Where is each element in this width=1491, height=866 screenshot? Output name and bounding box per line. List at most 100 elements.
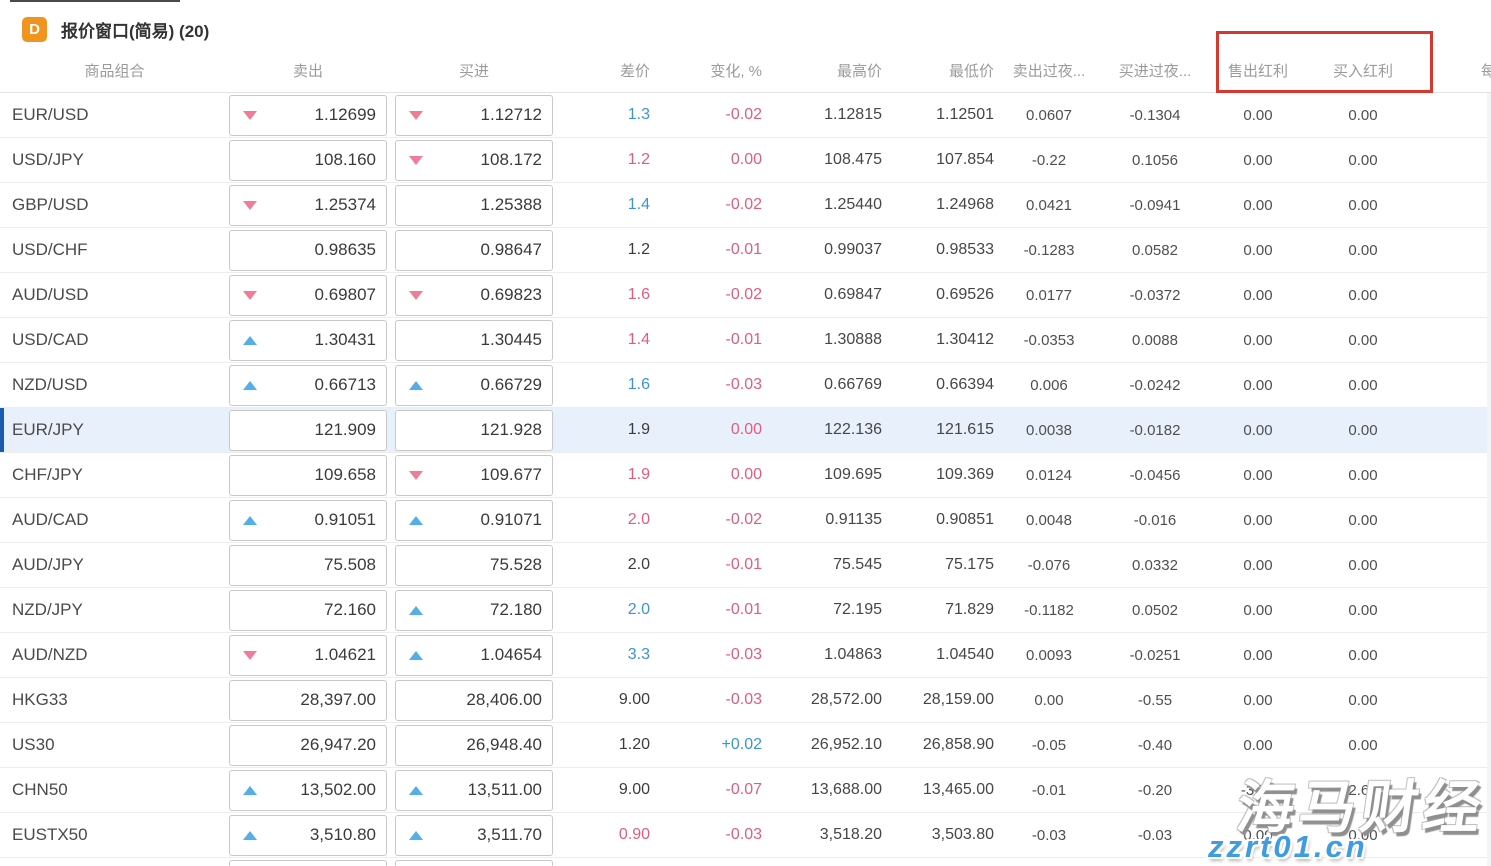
buy-overnight-value: 0.0332 <box>1104 557 1206 574</box>
buy-price-button[interactable]: 3,511.70 <box>395 815 553 856</box>
sell-dividend-value: 0.00 <box>1206 692 1310 709</box>
sell-price-button[interactable]: 109.658 <box>229 455 387 496</box>
column-header-symbol[interactable]: 商品组合 <box>0 60 229 81</box>
buy-price-button[interactable]: 1.04654 <box>395 635 553 676</box>
sell-price-button[interactable]: 75.508 <box>229 545 387 586</box>
column-header-high[interactable]: 最高价 <box>762 60 882 81</box>
table-row[interactable]: EUR/JPY 121.909 121.928 1.9 0.00 122.136… <box>0 408 1491 453</box>
symbol-label: GBP/USD <box>0 195 229 215</box>
sell-price-value: 28,397.00 <box>300 690 376 710</box>
spread-value: 1.2 <box>553 151 650 169</box>
buy-price-value: 1.04654 <box>481 645 542 665</box>
buy-dividend-value: 0.00 <box>1310 422 1416 439</box>
table-row[interactable]: NZD/USD 0.66713 0.66729 1.6 -0.03 0.6676… <box>0 363 1491 408</box>
table-row[interactable]: HKG33 28,397.00 28,406.00 9.00 -0.03 28,… <box>0 678 1491 723</box>
sell-price-button[interactable]: 13,502.00 <box>229 770 387 811</box>
sell-price-button[interactable]: 1.12699 <box>229 95 387 136</box>
buy-overnight-value: -0.016 <box>1104 512 1206 529</box>
sell-dividend-value: 0.00 <box>1206 602 1310 619</box>
low-value: 0.90851 <box>882 511 994 529</box>
sell-dividend-value: 0.00 <box>1206 557 1310 574</box>
buy-price-button[interactable]: 1.30445 <box>395 320 553 361</box>
change-percent-value: -0.02 <box>650 106 762 124</box>
buy-price-button[interactable]: 13,511.00 <box>395 770 553 811</box>
column-header-buy[interactable]: 买进 <box>395 60 553 81</box>
buy-trend-icon <box>409 831 423 840</box>
sell-price-button[interactable]: 28,397.00 <box>229 680 387 721</box>
buy-price-button[interactable]: 0.91071 <box>395 500 553 541</box>
column-header-buy-overnight[interactable]: 买进过夜... <box>1104 60 1206 81</box>
buy-price-button[interactable]: 75.528 <box>395 545 553 586</box>
buy-price-button[interactable]: 0.66729 <box>395 365 553 406</box>
sell-dividend-value: 0.00 <box>1206 422 1310 439</box>
spread-value: 1.20 <box>553 736 650 754</box>
column-header-spread[interactable]: 差价 <box>553 60 650 81</box>
change-percent-value: -0.02 <box>650 196 762 214</box>
high-value: 3,518.20 <box>762 826 882 844</box>
table-row[interactable]: NZD/JPY 72.160 72.180 2.0 -0.01 72.195 7… <box>0 588 1491 633</box>
buy-trend-icon <box>409 471 423 480</box>
sell-overnight-value: 0.0038 <box>994 422 1104 439</box>
table-row[interactable]: GBP/USD 1.25374 1.25388 1.4 -0.02 1.2544… <box>0 183 1491 228</box>
buy-price-button[interactable]: 1.12712 <box>395 95 553 136</box>
table-row[interactable]: AUD/CAD 0.91051 0.91071 2.0 -0.02 0.9113… <box>0 498 1491 543</box>
table-row[interactable]: USD/CAD 1.30431 1.30445 1.4 -0.01 1.3088… <box>0 318 1491 363</box>
buy-price-button[interactable]: 108.172 <box>395 140 553 181</box>
sell-price-button[interactable]: 1.04621 <box>229 635 387 676</box>
buy-overnight-value: 0.1056 <box>1104 152 1206 169</box>
sell-price-button[interactable]: 0.91051 <box>229 500 387 541</box>
sell-price-button[interactable]: 3,510.80 <box>229 815 387 856</box>
sell-price-button[interactable]: 1.25374 <box>229 185 387 226</box>
column-header-change[interactable]: 变化, % <box>650 60 762 81</box>
sell-price-button[interactable]: 108.160 <box>229 140 387 181</box>
column-header-low[interactable]: 最低价 <box>882 60 994 81</box>
table-row[interactable]: CHF/JPY 109.658 109.677 1.9 0.00 109.695… <box>0 453 1491 498</box>
high-value: 0.99037 <box>762 241 882 259</box>
buy-dividend-value: 0.00 <box>1310 287 1416 304</box>
column-header-sell[interactable]: 卖出 <box>229 60 395 81</box>
sell-price-button[interactable] <box>229 860 387 866</box>
symbol-label: AUD/CAD <box>0 510 229 530</box>
low-value: 0.66394 <box>882 376 994 394</box>
sell-price-value: 1.04621 <box>315 645 376 665</box>
sell-price-button[interactable]: 0.66713 <box>229 365 387 406</box>
sell-trend-icon <box>243 201 257 210</box>
high-value: 1.25440 <box>762 196 882 214</box>
buy-overnight-value: -0.0251 <box>1104 647 1206 664</box>
sell-price-button[interactable]: 72.160 <box>229 590 387 631</box>
table-row[interactable]: USD/CHF 0.98635 0.98647 1.2 -0.01 0.9903… <box>0 228 1491 273</box>
sell-dividend-value: 0.00 <box>1206 197 1310 214</box>
buy-price-button[interactable]: 0.69823 <box>395 275 553 316</box>
buy-price-value: 75.528 <box>490 555 542 575</box>
sell-price-button[interactable]: 121.909 <box>229 410 387 451</box>
buy-price-value: 0.69823 <box>481 285 542 305</box>
buy-price-button[interactable]: 121.928 <box>395 410 553 451</box>
sell-price-value: 109.658 <box>315 465 376 485</box>
buy-price-button[interactable]: 109.677 <box>395 455 553 496</box>
sell-dividend-value: 0.00 <box>1206 332 1310 349</box>
table-row[interactable]: AUD/USD 0.69807 0.69823 1.6 -0.02 0.6984… <box>0 273 1491 318</box>
buy-price-button[interactable]: 72.180 <box>395 590 553 631</box>
table-row[interactable]: AUD/NZD 1.04621 1.04654 3.3 -0.03 1.0486… <box>0 633 1491 678</box>
high-value: 13,688.00 <box>762 781 882 799</box>
buy-price-button[interactable]: 1.25388 <box>395 185 553 226</box>
table-row[interactable]: USD/JPY 108.160 108.172 1.2 0.00 108.475… <box>0 138 1491 183</box>
buy-trend-icon <box>409 606 423 615</box>
table-row[interactable]: AUD/JPY 75.508 75.528 2.0 -0.01 75.545 7… <box>0 543 1491 588</box>
sell-dividend-value: 0.00 <box>1206 737 1310 754</box>
buy-price-button[interactable]: 28,406.00 <box>395 680 553 721</box>
sell-price-button[interactable]: 0.69807 <box>229 275 387 316</box>
sell-price-button[interactable]: 26,947.20 <box>229 725 387 766</box>
scrollbar-track[interactable] <box>1487 93 1491 866</box>
column-header-sell-overnight[interactable]: 卖出过夜... <box>994 60 1104 81</box>
table-row[interactable]: EUR/USD 1.12699 1.12712 1.3 -0.02 1.1281… <box>0 93 1491 138</box>
buy-price-button[interactable]: 26,948.40 <box>395 725 553 766</box>
high-value: 0.69847 <box>762 286 882 304</box>
buy-overnight-value: -0.1304 <box>1104 107 1206 124</box>
sell-overnight-value: -0.076 <box>994 557 1104 574</box>
buy-price-button[interactable] <box>395 860 553 866</box>
sell-price-button[interactable]: 1.30431 <box>229 320 387 361</box>
buy-price-button[interactable]: 0.98647 <box>395 230 553 271</box>
spread-value: 1.9 <box>553 466 650 484</box>
sell-price-button[interactable]: 0.98635 <box>229 230 387 271</box>
